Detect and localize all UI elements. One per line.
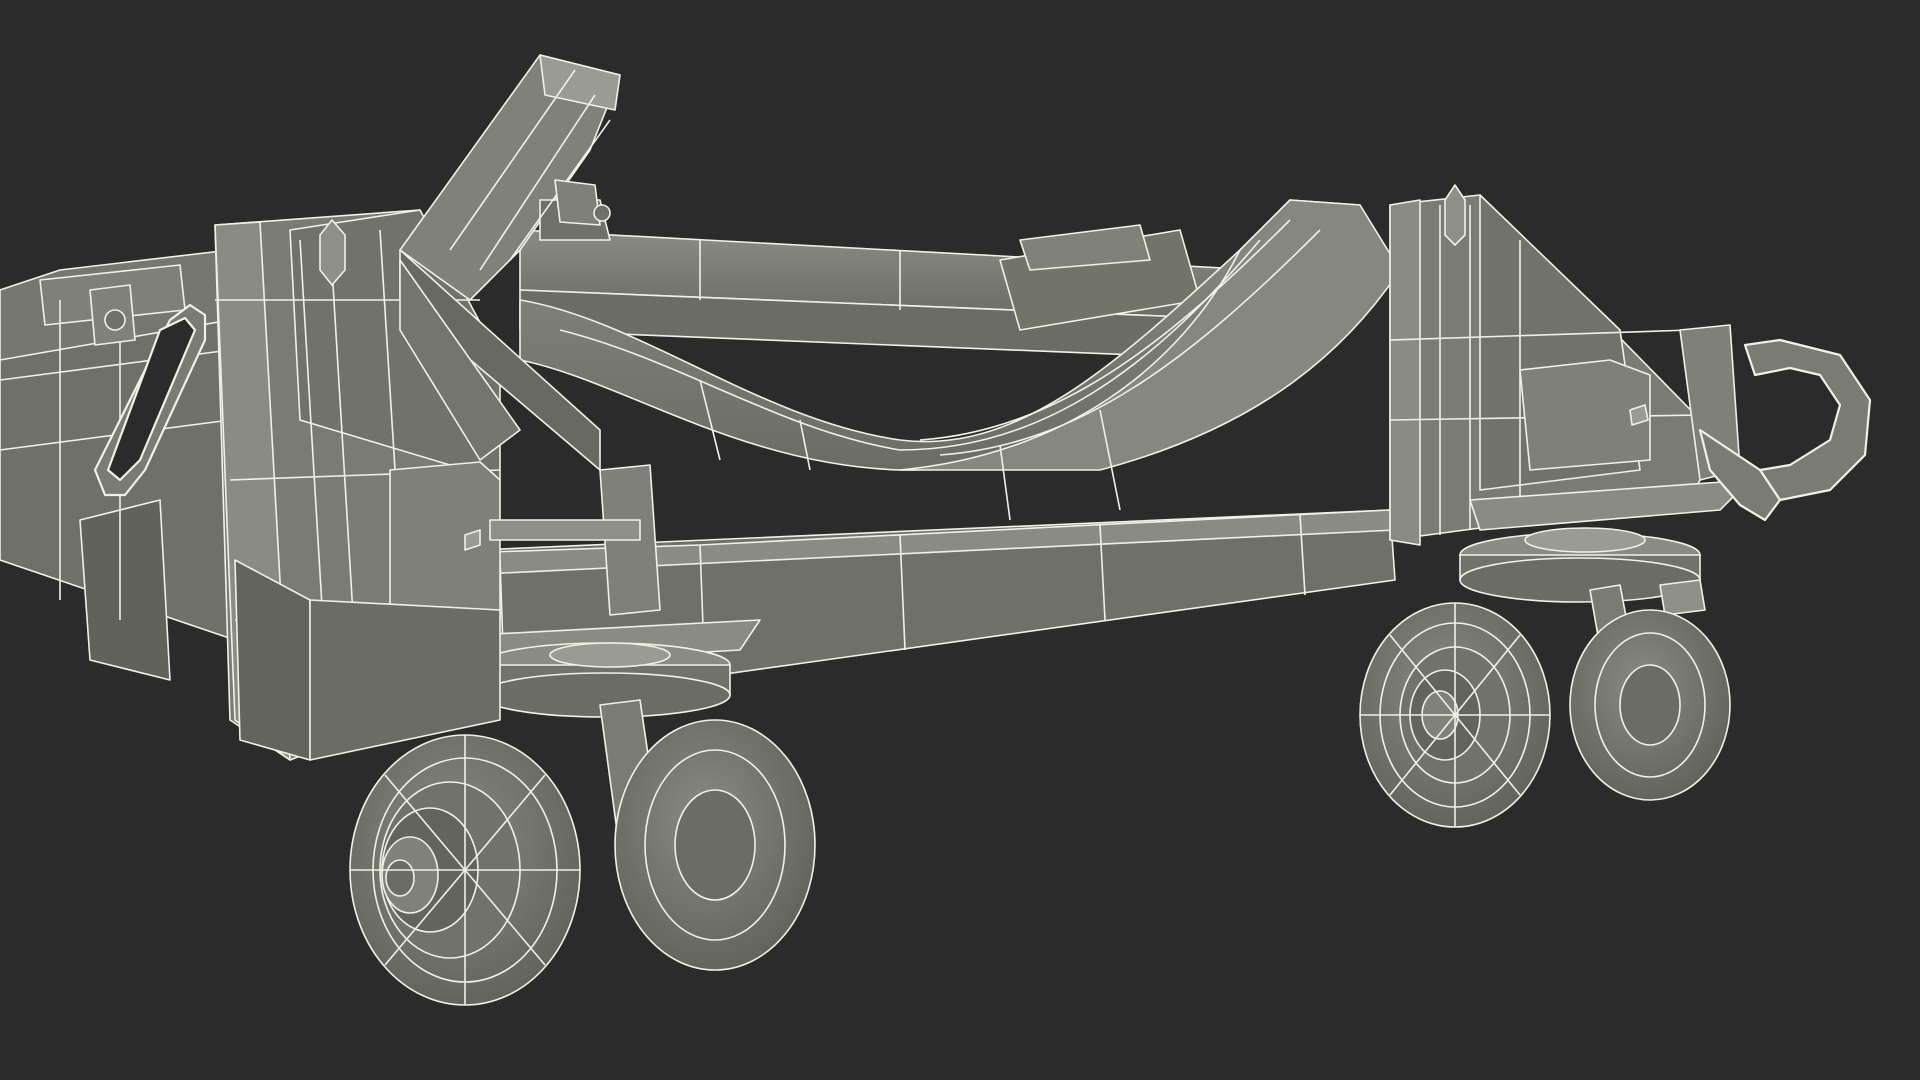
viewport-3d-render bbox=[0, 0, 1920, 1080]
left-rear-wheel bbox=[614, 719, 816, 971]
wireframe-render bbox=[0, 54, 1872, 1006]
left-front-wheel bbox=[349, 734, 581, 1006]
right-front-wheel bbox=[1359, 602, 1551, 828]
right-rear-wheel bbox=[1569, 609, 1731, 801]
